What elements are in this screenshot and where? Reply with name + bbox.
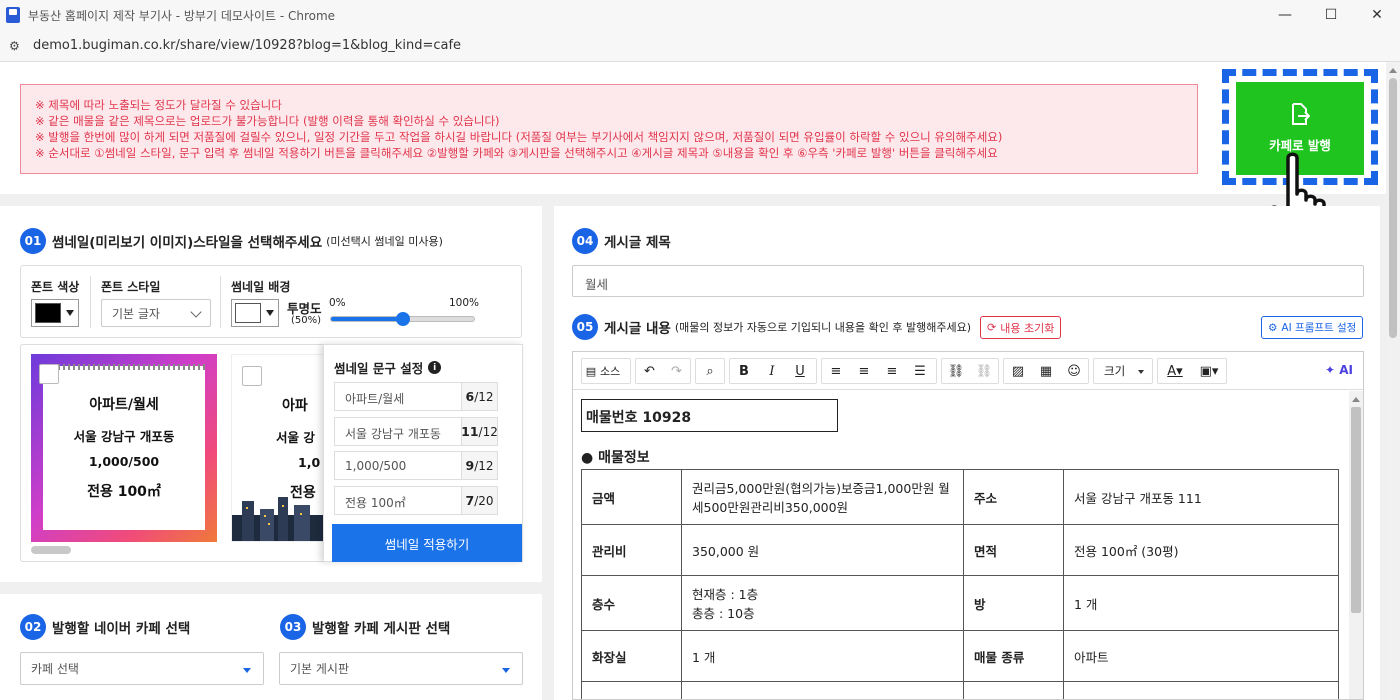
thumbnail-options: 폰트 색상 폰트 스타일 기본 글자 썸네일 배경 투명도 (50%) 0% 1… xyxy=(20,265,522,338)
phrase-input[interactable]: 전용 100㎡ 7/20 xyxy=(334,486,498,515)
bold-icon[interactable]: B xyxy=(730,359,758,383)
url-text[interactable]: demo1.bugiman.co.kr/share/view/10928?blo… xyxy=(33,38,461,53)
step1-title: 01 썸네일(미리보기 이미지)스타일을 선택해주세요 (미선택시 썸네일 미사… xyxy=(20,228,443,254)
font-color-picker[interactable] xyxy=(31,299,79,327)
address-bar[interactable]: ⚙ demo1.bugiman.co.kr/share/view/10928?b… xyxy=(0,30,1400,62)
window-titlebar: 부동산 홈페이지 제작 부기사 - 방부기 데모사이트 - Chrome — ☐… xyxy=(0,0,1400,30)
font-color-label: 폰트 색상 xyxy=(31,280,80,294)
source-button[interactable]: ▤ 소스 xyxy=(581,358,631,384)
step3-title: 03 발행할 카페 게시판 선택 xyxy=(280,614,450,640)
notice-area: ※ 제목에 따라 노출되는 정도가 달라질 수 있습니다 ※ 같은 매물을 같은… xyxy=(0,62,1386,248)
gear-icon: ⚙ xyxy=(1268,321,1278,334)
reset-content-button[interactable]: ⟳ 내용 초기화 xyxy=(980,316,1062,339)
step4-title: 04 게시글 제목 xyxy=(572,228,671,254)
app-icon xyxy=(6,7,20,23)
slider-min: 0% xyxy=(329,297,346,309)
notice-line: ※ 발행을 한번에 많이 하게 되면 저품질에 걸릴수 있으니, 일정 기간을 … xyxy=(35,130,1003,144)
source-icon: ▤ xyxy=(585,364,597,378)
window-title: 부동산 홈페이지 제작 부기사 - 방부기 데모사이트 - Chrome xyxy=(28,8,336,23)
slider-max: 100% xyxy=(449,297,480,309)
post-title-input[interactable]: 월세 xyxy=(572,265,1364,297)
thumbnail-checkbox[interactable] xyxy=(39,364,59,384)
notice-line: ※ 순서대로 ①썸네일 스타일, 문구 입력 후 썸네일 적용하기 버튼을 클릭… xyxy=(35,146,998,160)
align-justify-icon[interactable]: ☰ xyxy=(906,359,934,383)
listing-heading: 매물번호 10928 xyxy=(581,399,838,432)
caret-down-icon xyxy=(243,668,251,673)
opacity-value: (50%) xyxy=(291,315,322,326)
phrase-title: 썸네일 문구 설정 i xyxy=(334,358,442,377)
ai-prompt-button[interactable]: ⚙ AI 프롬프트 설정 xyxy=(1261,316,1364,339)
image-icon[interactable]: ▨ xyxy=(1004,359,1032,383)
phrase-input[interactable]: 아파트/월세 6/12 xyxy=(334,382,498,411)
close-button[interactable]: ✕ xyxy=(1354,0,1400,30)
cafe-select[interactable]: 카페 선택 xyxy=(20,652,264,685)
table-row: 관리비 350,000 원 면적 전용 100㎡ (30평) xyxy=(581,524,1339,576)
thumbnail-paper xyxy=(43,366,205,530)
table-row: 주차1 대방향동 xyxy=(581,681,1339,699)
undo-icon[interactable]: ↶ xyxy=(636,359,663,383)
unlink-icon[interactable]: ⛓ xyxy=(970,359,998,383)
font-style-select[interactable]: 기본 글자 xyxy=(101,299,211,327)
emoji-icon[interactable]: ☺ xyxy=(1060,359,1088,383)
scroll-up-icon xyxy=(1389,68,1397,73)
ai-button[interactable]: ✦ AI xyxy=(1325,363,1353,377)
editor-body[interactable]: 매물번호 10928 ● 매물정보 금액 권리금5,000만원(협의가능)보증금1… xyxy=(573,391,1349,699)
apply-thumbnail-button[interactable]: 썸네일 적용하기 xyxy=(332,524,522,562)
minimize-button[interactable]: — xyxy=(1262,0,1308,30)
gallery-scroll-thumb[interactable] xyxy=(31,546,71,554)
step2-title: 02 발행할 네이버 카페 선택 xyxy=(20,614,190,640)
caret-down-icon xyxy=(1138,370,1144,374)
section-heading: ● 매물정보 xyxy=(581,450,650,466)
bg-color-picker[interactable] xyxy=(231,299,279,327)
step5-title: 05 게시글 내용 (매물의 정보가 자동으로 기입되니 내용을 확인 후 발행해주… xyxy=(572,314,971,340)
italic-icon[interactable]: I xyxy=(758,359,786,383)
chevron-down-icon xyxy=(190,306,202,318)
search-icon[interactable]: ⌕ xyxy=(696,359,724,383)
editor-scrollbar[interactable] xyxy=(1349,391,1363,699)
sparkle-icon: ✦ xyxy=(1324,363,1336,377)
notice-box: ※ 제목에 따라 노출되는 정도가 달라질 수 있습니다 ※ 같은 매물을 같은… xyxy=(20,84,1198,174)
align-left-icon[interactable]: ≡ xyxy=(822,359,850,383)
align-center-icon[interactable]: ≡ xyxy=(850,359,878,383)
page-scrollbar[interactable] xyxy=(1386,62,1400,700)
page: ※ 제목에 따라 노출되는 정도가 달라질 수 있습니다 ※ 같은 매물을 같은… xyxy=(0,62,1386,700)
board-select[interactable]: 기본 게시판 xyxy=(279,652,523,685)
maximize-button[interactable]: ☐ xyxy=(1308,0,1354,30)
info-icon[interactable]: i xyxy=(428,361,442,374)
align-right-icon[interactable]: ≡ xyxy=(878,359,906,383)
listing-info-table: 금액 권리금5,000만원(협의가능)보증금1,000만원 월세500만원관리비3… xyxy=(581,469,1339,699)
site-info-icon[interactable]: ⚙ xyxy=(9,39,23,53)
refresh-icon: ⟳ xyxy=(987,321,997,334)
post-panel: 04 게시글 제목 월세 05 게시글 내용 (매물의 정보가 자동으로 기입되니 내… xyxy=(554,206,1380,700)
editor-toolbar: ▤ 소스 ↶ ↷ ⌕ BIU ≡ ≡ ≡ ☰ ⛓ ⛓ ▨ ▦ ☺ 크기 A▾ ▣▾ ✦ AI xyxy=(573,352,1363,390)
opacity-slider[interactable] xyxy=(330,312,475,326)
redo-icon[interactable]: ↷ xyxy=(663,359,690,383)
phrase-input[interactable]: 1,000/500 9/12 xyxy=(334,451,498,480)
notice-line: ※ 같은 매물을 같은 제목으로는 업로드가 불가능합니다 (발행 이력을 통해… xyxy=(35,114,500,128)
font-style-label: 폰트 스타일 xyxy=(101,280,161,294)
notice-line: ※ 제목에 따라 노출되는 정도가 달라질 수 있습니다 xyxy=(35,98,282,112)
table-row: 층수 현재층 : 1층 총층 : 10층 방 1 개 xyxy=(581,575,1339,631)
highlight-color-icon[interactable]: ▣▾ xyxy=(1192,359,1226,383)
font-size-select[interactable]: 크기 xyxy=(1093,358,1153,384)
cafe-select-panel: 02 발행할 네이버 카페 선택 카페 선택 03 발행할 카페 게시판 선택 기본… xyxy=(0,594,542,700)
table-icon[interactable]: ▦ xyxy=(1032,359,1060,383)
step-number: 01 xyxy=(20,228,46,254)
table-row: 화장실 1 개 매물 종류 아파트 xyxy=(581,630,1339,682)
city-skyline-icon xyxy=(232,497,326,541)
underline-icon[interactable]: U xyxy=(786,359,814,383)
table-row: 금액 권리금5,000만원(협의가능)보증금1,000만원 월세500만원관리비3… xyxy=(581,469,1339,525)
bg-label: 썸네일 배경 xyxy=(231,280,291,294)
caret-down-icon xyxy=(502,668,510,673)
link-icon[interactable]: ⛓ xyxy=(942,359,970,383)
thumbnail-checkbox[interactable] xyxy=(242,366,262,386)
text-color-icon[interactable]: A▾ xyxy=(1158,359,1192,383)
export-document-icon xyxy=(1292,103,1310,125)
thumbnail-card[interactable]: 아파트/월세 서울 강남구 개포동 1,000/500 전용 100㎡ xyxy=(31,354,217,542)
content-editor[interactable]: ▤ 소스 ↶ ↷ ⌕ BIU ≡ ≡ ≡ ☰ ⛓ ⛓ ▨ ▦ ☺ 크기 A▾ ▣▾ ✦ AI 매물… xyxy=(572,351,1364,700)
phrase-input[interactable]: 서울 강남구 개포동 11/12 xyxy=(334,417,498,446)
scroll-up-icon xyxy=(1352,397,1360,402)
thumbnail-card[interactable]: 아파 서울 강 1,0 전용 xyxy=(231,354,327,542)
